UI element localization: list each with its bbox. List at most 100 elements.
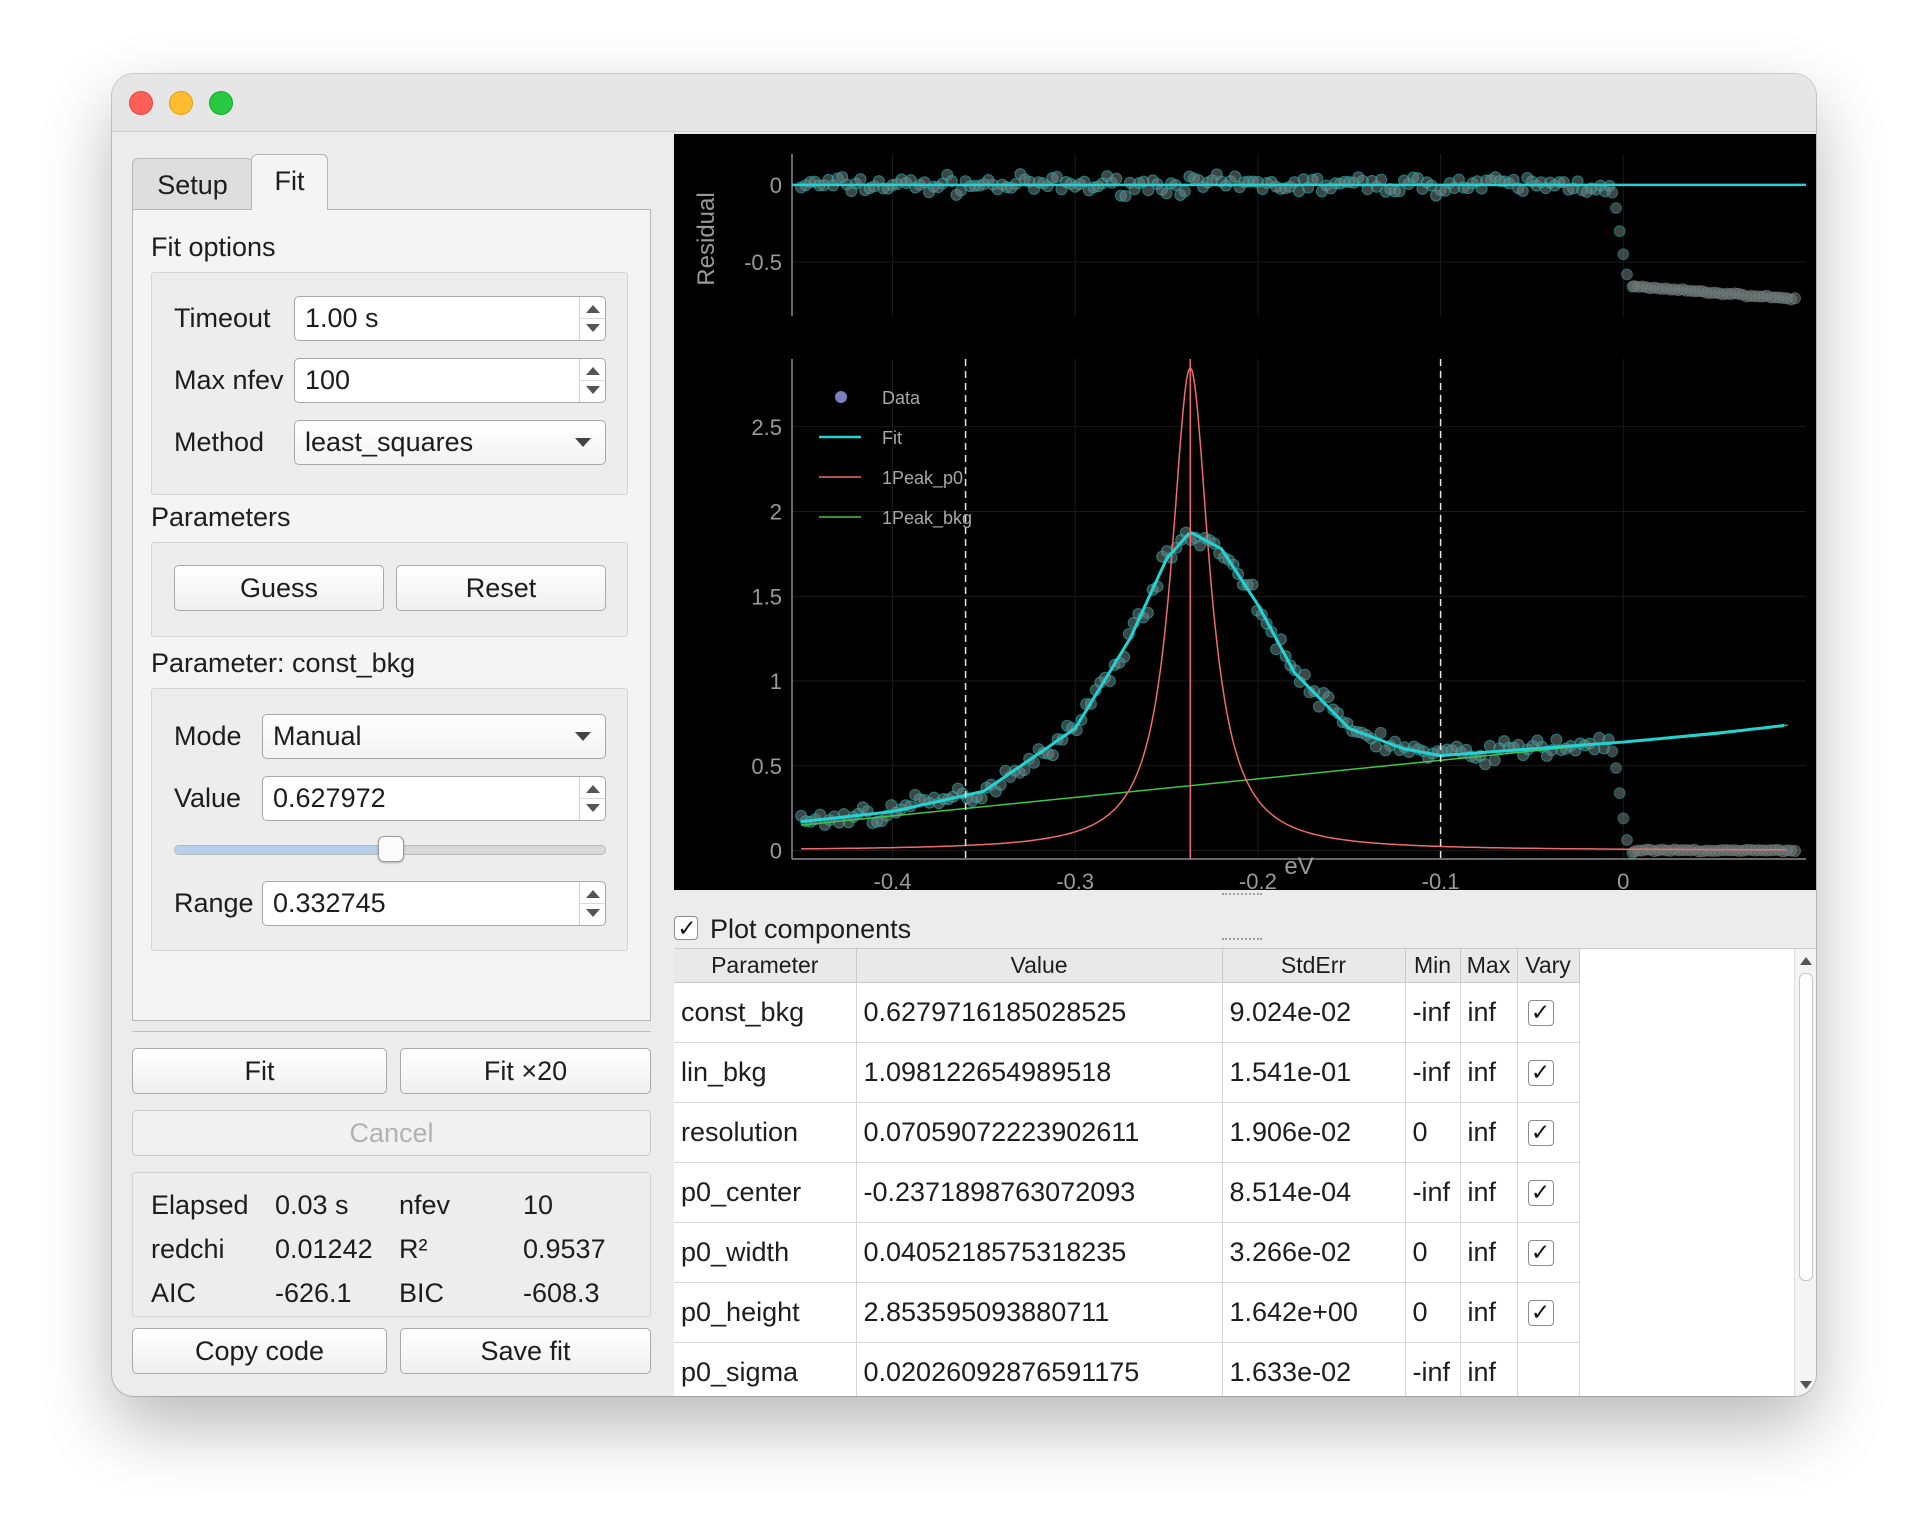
- min-cell[interactable]: -inf: [1405, 982, 1461, 1043]
- range-spinbox[interactable]: 0.332745: [262, 881, 606, 926]
- column-header-min[interactable]: Min: [1405, 949, 1461, 983]
- scroll-down-icon[interactable]: [1800, 1381, 1812, 1389]
- cancel-button[interactable]: Cancel: [132, 1110, 651, 1156]
- guess-button[interactable]: Guess: [174, 565, 384, 611]
- fit-plot[interactable]: 0 -0.5 0 0.5 1 1.5 2 2.5 -0.4 -0.3 -0.2 -0.1 0 Residu…: [674, 134, 1816, 894]
- value-cell[interactable]: 0.0405218575318235: [856, 1222, 1223, 1283]
- vary-cell[interactable]: ✓: [1517, 1222, 1580, 1283]
- table-row[interactable]: p0_center -0.2371898763072093 8.514e-04 -in…: [674, 1162, 1580, 1223]
- fit-x20-button[interactable]: Fit ×20: [400, 1048, 651, 1094]
- data-point: [1613, 787, 1626, 800]
- vary-checkbox[interactable]: ✓: [1527, 999, 1554, 1026]
- timeout-stepper[interactable]: [579, 297, 605, 340]
- parameter-name-cell[interactable]: lin_bkg: [674, 1042, 857, 1103]
- title-bar: [112, 74, 1816, 132]
- max-cell[interactable]: inf: [1460, 1162, 1518, 1223]
- min-cell[interactable]: -inf: [1405, 1162, 1461, 1223]
- scroll-up-icon[interactable]: [1800, 957, 1812, 965]
- range-stepper[interactable]: [579, 882, 605, 925]
- fit-button[interactable]: Fit: [132, 1048, 387, 1094]
- min-cell[interactable]: 0: [1405, 1222, 1461, 1283]
- max-cell[interactable]: inf: [1460, 982, 1518, 1043]
- vary-cell[interactable]: ✓: [1517, 1282, 1580, 1343]
- scrollbar-thumb[interactable]: [1799, 973, 1813, 1281]
- value-spinbox[interactable]: 0.627972: [262, 776, 606, 821]
- column-header-max[interactable]: Max: [1460, 949, 1518, 983]
- max-nfev-spinbox[interactable]: 100: [294, 358, 606, 403]
- stderr-cell[interactable]: 9.024e-02: [1222, 982, 1406, 1043]
- table-row[interactable]: const_bkg 0.6279716185028525 9.024e-02 -inf…: [674, 982, 1580, 1043]
- splitter-handle[interactable]: [1222, 893, 1262, 897]
- stderr-cell[interactable]: 1.906e-02: [1222, 1102, 1406, 1163]
- splitter-handle[interactable]: [1222, 938, 1262, 942]
- vary-cell[interactable]: ✓: [1517, 982, 1580, 1043]
- vary-cell[interactable]: ✓: [1517, 1102, 1580, 1163]
- vary-checkbox[interactable]: ✓: [1527, 1059, 1554, 1086]
- close-window-button[interactable]: [129, 91, 153, 115]
- vary-checkbox[interactable]: ✓: [1527, 1179, 1554, 1206]
- value-cell[interactable]: -0.2371898763072093: [856, 1162, 1223, 1223]
- table-scrollbar[interactable]: [1794, 949, 1816, 1396]
- copy-code-button[interactable]: Copy code: [132, 1328, 387, 1374]
- table-row[interactable]: p0_sigma 0.02026092876591175 1.633e-02 -inf…: [674, 1342, 1580, 1396]
- min-cell[interactable]: 0: [1405, 1282, 1461, 1343]
- parameter-name-cell[interactable]: p0_width: [674, 1222, 857, 1283]
- stderr-cell[interactable]: 8.514e-04: [1222, 1162, 1406, 1223]
- column-header-stderr[interactable]: StdErr: [1222, 949, 1406, 983]
- plot-components-checkbox[interactable]: ✓: [674, 916, 698, 940]
- stderr-cell[interactable]: 3.266e-02: [1222, 1222, 1406, 1283]
- table-row[interactable]: resolution 0.07059072223902611 1.906e-02 0 i…: [674, 1102, 1580, 1163]
- vary-cell[interactable]: ✓: [1517, 1042, 1580, 1103]
- stderr-cell[interactable]: 1.642e+00: [1222, 1282, 1406, 1343]
- column-header-value[interactable]: Value: [856, 949, 1223, 983]
- tab-setup[interactable]: Setup: [132, 158, 253, 210]
- vary-checkbox[interactable]: ✓: [1527, 1119, 1554, 1146]
- value-stepper[interactable]: [579, 777, 605, 820]
- max-nfev-stepper[interactable]: [579, 359, 605, 402]
- max-nfev-label: Max nfev: [174, 365, 284, 395]
- timeout-spinbox[interactable]: 1.00 s: [294, 296, 606, 341]
- stderr-cell[interactable]: 1.541e-01: [1222, 1042, 1406, 1103]
- table-row[interactable]: p0_width 0.0405218575318235 3.266e-02 0 inf ✓: [674, 1222, 1580, 1283]
- max-cell[interactable]: inf: [1460, 1222, 1518, 1283]
- column-header-parameter[interactable]: Parameter: [674, 949, 857, 983]
- parameter-name-cell[interactable]: p0_center: [674, 1162, 857, 1223]
- stderr-cell[interactable]: 1.633e-02: [1222, 1342, 1406, 1396]
- parameter-name-cell[interactable]: p0_sigma: [674, 1342, 857, 1396]
- value-slider[interactable]: [174, 836, 606, 862]
- min-cell[interactable]: -inf: [1405, 1342, 1461, 1396]
- value-cell[interactable]: 0.6279716185028525: [856, 982, 1223, 1043]
- tab-fit[interactable]: Fit: [251, 154, 328, 210]
- r2-value: 0.9537: [523, 1234, 606, 1264]
- vary-checkbox[interactable]: ✓: [1527, 1239, 1554, 1266]
- table-row[interactable]: p0_height 2.853595093880711 1.642e+00 0 inf ✓: [674, 1282, 1580, 1343]
- max-cell[interactable]: inf: [1460, 1282, 1518, 1343]
- minimize-window-button[interactable]: [169, 91, 193, 115]
- slider-handle[interactable]: [378, 836, 404, 862]
- value-cell[interactable]: 2.853595093880711: [856, 1282, 1223, 1343]
- max-cell[interactable]: inf: [1460, 1342, 1518, 1396]
- min-cell[interactable]: -inf: [1405, 1042, 1461, 1103]
- reset-button[interactable]: Reset: [396, 565, 606, 611]
- value-cell[interactable]: 0.07059072223902611: [856, 1102, 1223, 1163]
- value-cell[interactable]: 1.098122654989518: [856, 1042, 1223, 1103]
- parameter-name-cell[interactable]: const_bkg: [674, 982, 857, 1043]
- nfev-value: 10: [523, 1190, 554, 1220]
- zoom-window-button[interactable]: [209, 91, 233, 115]
- table-row[interactable]: lin_bkg 1.098122654989518 1.541e-01 -inf inf…: [674, 1042, 1580, 1103]
- vary-cell[interactable]: ✓: [1517, 1162, 1580, 1223]
- column-header-vary[interactable]: Vary: [1517, 949, 1580, 983]
- parameter-name-cell[interactable]: resolution: [674, 1102, 857, 1163]
- mode-select[interactable]: Manual: [262, 714, 606, 759]
- chevron-down-icon: [575, 438, 591, 447]
- max-cell[interactable]: inf: [1460, 1102, 1518, 1163]
- vary-checkbox[interactable]: ✓: [1527, 1299, 1554, 1326]
- parameter-name-cell[interactable]: p0_height: [674, 1282, 857, 1343]
- value-cell[interactable]: 0.02026092876591175: [856, 1342, 1223, 1396]
- max-nfev-value: 100: [305, 365, 351, 395]
- vary-cell[interactable]: [1517, 1342, 1580, 1396]
- method-select[interactable]: least_squares: [294, 420, 606, 465]
- max-cell[interactable]: inf: [1460, 1042, 1518, 1103]
- save-fit-button[interactable]: Save fit: [400, 1328, 651, 1374]
- min-cell[interactable]: 0: [1405, 1102, 1461, 1163]
